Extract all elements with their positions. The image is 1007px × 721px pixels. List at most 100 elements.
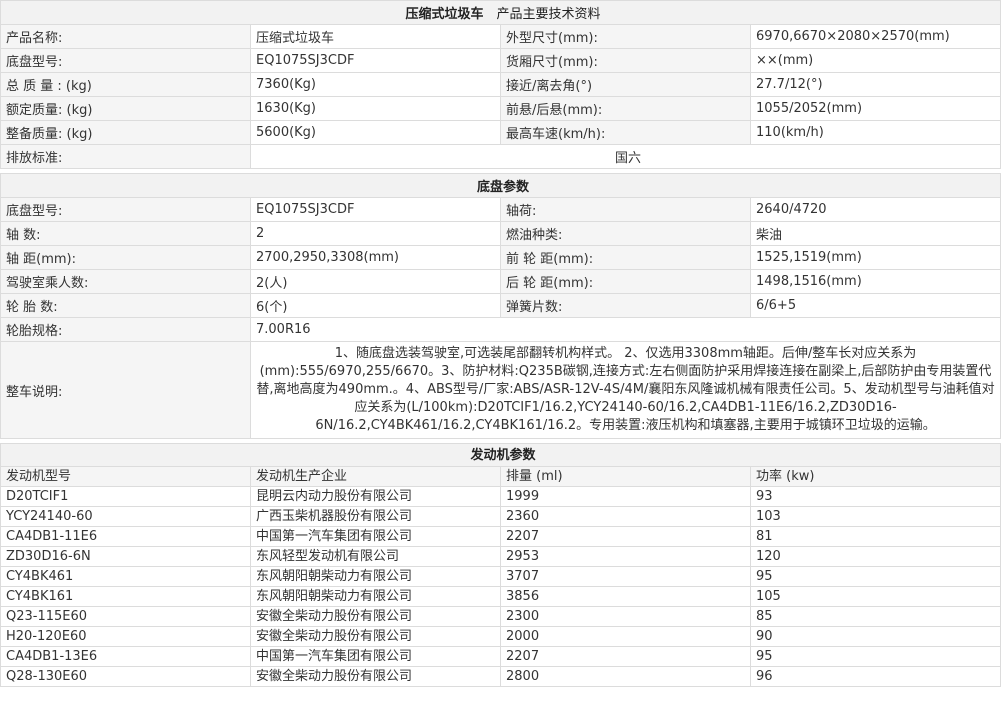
chassis-value: 2700,2950,3308(mm) bbox=[250, 245, 501, 270]
engine-row: D20TCIF1 昆明云内动力股份有限公司 1999 93 bbox=[0, 486, 1002, 507]
chassis-label: 底盘型号: bbox=[0, 197, 251, 222]
spec-label: 最高车速(km/h): bbox=[500, 120, 751, 145]
spec-value: 110(km/h) bbox=[749, 120, 1002, 145]
engine-displacement: 2953 bbox=[500, 546, 751, 567]
spec-row: 额定质量: (kg) 1630(Kg) 前悬/后悬(mm): 1055/2052(mm… bbox=[0, 96, 1002, 121]
engine-displacement: 3856 bbox=[500, 586, 751, 607]
engine-displacement: 2800 bbox=[500, 666, 751, 687]
spec-label: 外型尺寸(mm): bbox=[500, 24, 751, 49]
spec-value: ××(mm) bbox=[749, 48, 1002, 73]
spec-value: 1055/2052(mm) bbox=[749, 96, 1002, 121]
engine-header-maker: 发动机生产企业 bbox=[250, 466, 501, 487]
engine-row: ZD30D16-6N 东风轻型发动机有限公司 2953 120 bbox=[0, 546, 1002, 567]
spec-value: 1630(Kg) bbox=[250, 96, 501, 121]
spec-value: EQ1075SJ3CDF bbox=[250, 48, 501, 73]
chassis-value: 1525,1519(mm) bbox=[749, 245, 1002, 270]
engine-power: 105 bbox=[749, 586, 1002, 607]
chassis-value: 2(人) bbox=[250, 269, 501, 294]
chassis-row: 轴 距(mm): 2700,2950,3308(mm) 前 轮 距(mm): 1525… bbox=[0, 245, 1002, 270]
engine-power: 85 bbox=[749, 606, 1002, 627]
engine-power: 95 bbox=[749, 566, 1002, 587]
engine-displacement: 2207 bbox=[500, 646, 751, 667]
chassis-label: 轴荷: bbox=[500, 197, 751, 222]
engine-model: CA4DB1-13E6 bbox=[0, 646, 251, 667]
engine-model: H20-120E60 bbox=[0, 626, 251, 647]
engine-power: 96 bbox=[749, 666, 1002, 687]
engine-maker: 东风朝阳朝柴动力有限公司 bbox=[250, 586, 501, 607]
engine-power: 93 bbox=[749, 486, 1002, 507]
engine-header-power: 功率 (kw) bbox=[749, 466, 1002, 487]
chassis-value: 6(个) bbox=[250, 293, 501, 318]
engine-maker: 安徽全柴动力股份有限公司 bbox=[250, 606, 501, 627]
chassis-label: 燃油种类: bbox=[500, 221, 751, 246]
engine-header-displacement: 排量 (ml) bbox=[500, 466, 751, 487]
spec-row: 产品名称: 压缩式垃圾车 外型尺寸(mm): 6970,6670×2080×2570(… bbox=[0, 24, 1002, 49]
emission-value: 国六 bbox=[249, 144, 1002, 169]
spec-label: 前悬/后悬(mm): bbox=[500, 96, 751, 121]
chassis-label: 轴 距(mm): bbox=[0, 245, 251, 270]
engine-row: YCY24140-60 广西玉柴机器股份有限公司 2360 103 bbox=[0, 506, 1002, 527]
spec-value: 7360(Kg) bbox=[250, 72, 501, 97]
chassis-row: 驾驶室乘人数: 2(人) 后 轮 距(mm): 1498,1516(mm) bbox=[0, 269, 1002, 294]
engine-model: CY4BK161 bbox=[0, 586, 251, 607]
engine-displacement: 2360 bbox=[500, 506, 751, 527]
main-section-title: 压缩式垃圾车 产品主要技术资料 bbox=[0, 0, 1002, 25]
engine-maker: 东风轻型发动机有限公司 bbox=[250, 546, 501, 567]
spec-label: 接近/离去角(°) bbox=[500, 72, 751, 97]
engine-power: 81 bbox=[749, 526, 1002, 547]
engine-displacement: 1999 bbox=[500, 486, 751, 507]
chassis-label: 后 轮 距(mm): bbox=[500, 269, 751, 294]
chassis-value: EQ1075SJ3CDF bbox=[250, 197, 501, 222]
engine-row: Q28-130E60 安徽全柴动力股份有限公司 2800 96 bbox=[0, 666, 1002, 687]
spec-value: 27.7/12(°) bbox=[749, 72, 1002, 97]
engine-model: CY4BK461 bbox=[0, 566, 251, 587]
engine-row: Q23-115E60 安徽全柴动力股份有限公司 2300 85 bbox=[0, 606, 1002, 627]
spec-row: 底盘型号: EQ1075SJ3CDF 货厢尺寸(mm): ××(mm) bbox=[0, 48, 1002, 73]
engine-row: CY4BK461 东风朝阳朝柴动力有限公司 3707 95 bbox=[0, 566, 1002, 587]
engine-model: CA4DB1-11E6 bbox=[0, 526, 251, 547]
spec-label: 整备质量: (kg) bbox=[0, 120, 251, 145]
engine-section-title: 发动机参数 bbox=[0, 443, 1002, 467]
chassis-value: 2 bbox=[250, 221, 501, 246]
engine-power: 95 bbox=[749, 646, 1002, 667]
chassis-section-title: 底盘参数 bbox=[0, 173, 1002, 198]
chassis-label: 驾驶室乘人数: bbox=[0, 269, 251, 294]
engine-maker: 中国第一汽车集团有限公司 bbox=[250, 646, 501, 667]
engine-maker: 中国第一汽车集团有限公司 bbox=[250, 526, 501, 547]
spec-label: 额定质量: (kg) bbox=[0, 96, 251, 121]
notes-label: 整车说明: bbox=[0, 341, 251, 439]
engine-maker: 安徽全柴动力股份有限公司 bbox=[250, 666, 501, 687]
engine-row: H20-120E60 安徽全柴动力股份有限公司 2000 90 bbox=[0, 626, 1002, 647]
engine-header-model: 发动机型号 bbox=[0, 466, 251, 487]
engine-power: 120 bbox=[749, 546, 1002, 567]
spec-sheet: 压缩式垃圾车 产品主要技术资料 产品名称: 压缩式垃圾车 外型尺寸(mm): 6970… bbox=[0, 0, 1007, 687]
engine-maker: 广西玉柴机器股份有限公司 bbox=[250, 506, 501, 527]
chassis-value: 2640/4720 bbox=[749, 197, 1002, 222]
spec-value: 压缩式垃圾车 bbox=[250, 24, 501, 49]
chassis-value: 柴油 bbox=[749, 221, 1002, 246]
spec-label: 货厢尺寸(mm): bbox=[500, 48, 751, 73]
engine-displacement: 2207 bbox=[500, 526, 751, 547]
spec-label: 底盘型号: bbox=[0, 48, 251, 73]
engine-model: Q28-130E60 bbox=[0, 666, 251, 687]
spec-row: 总 质 量 : (kg) 7360(Kg) 接近/离去角(°) 27.7/12(°) bbox=[0, 72, 1002, 97]
chassis-label: 轮 胎 数: bbox=[0, 293, 251, 318]
engine-model: YCY24140-60 bbox=[0, 506, 251, 527]
spec-value: 5600(Kg) bbox=[250, 120, 501, 145]
engine-row: CA4DB1-11E6 中国第一汽车集团有限公司 2207 81 bbox=[0, 526, 1002, 547]
main-title-rest: 产品主要技术资料 bbox=[483, 7, 601, 22]
spec-value: 6970,6670×2080×2570(mm) bbox=[749, 24, 1002, 49]
chassis-value: 6/6+5 bbox=[749, 293, 1002, 318]
engine-row: CA4DB1-13E6 中国第一汽车集团有限公司 2207 95 bbox=[0, 646, 1002, 667]
main-title-bold: 压缩式垃圾车 bbox=[405, 7, 484, 22]
engine-displacement: 2000 bbox=[500, 626, 751, 647]
engine-model: Q23-115E60 bbox=[0, 606, 251, 627]
chassis-spec-table: 底盘参数 底盘型号: EQ1075SJ3CDF 轴荷: 2640/4720 轴 数: 2 燃… bbox=[0, 173, 1002, 439]
notes-text: 1、随底盘选装驾驶室,可选装尾部翻转机构样式。 2、仅选用3308mm轴距。后伸… bbox=[249, 341, 1002, 439]
chassis-row: 底盘型号: EQ1075SJ3CDF 轴荷: 2640/4720 bbox=[0, 197, 1002, 222]
chassis-value: 1498,1516(mm) bbox=[749, 269, 1002, 294]
chassis-label: 弹簧片数: bbox=[500, 293, 751, 318]
chassis-label: 轴 数: bbox=[0, 221, 251, 246]
chassis-row: 轮 胎 数: 6(个) 弹簧片数: 6/6+5 bbox=[0, 293, 1002, 318]
engine-maker: 昆明云内动力股份有限公司 bbox=[250, 486, 501, 507]
